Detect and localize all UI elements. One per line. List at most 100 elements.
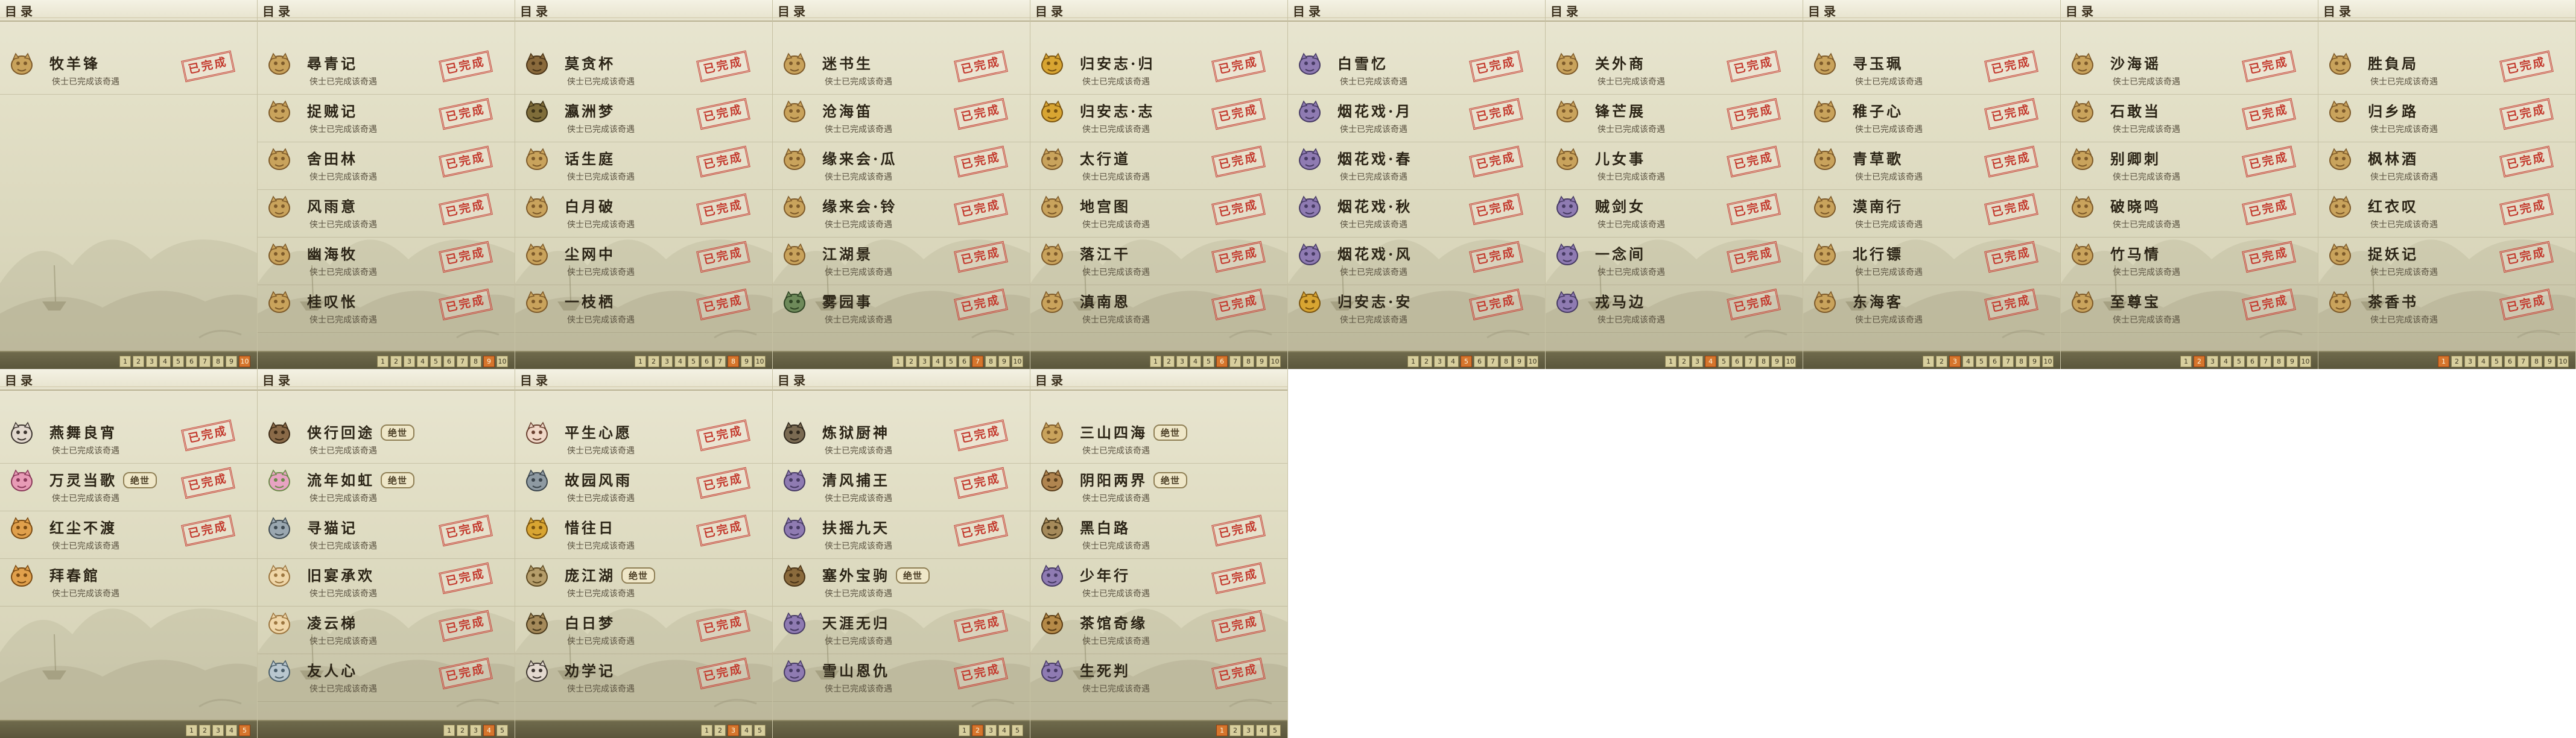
page-button[interactable]: 10	[1012, 356, 1023, 367]
adventure-entry[interactable]: 稚子心 侠士已完成该奇遇 已完成	[1803, 95, 2060, 142]
adventure-entry[interactable]: 地宫图 侠士已完成该奇遇 已完成	[1030, 190, 1287, 238]
adventure-entry[interactable]: 炼狱厨神 侠士已完成该奇遇 已完成	[773, 416, 1030, 464]
page-button[interactable]: 6	[2247, 356, 2258, 367]
page-button[interactable]: 9	[2544, 356, 2555, 367]
adventure-entry[interactable]: 捉妖记 侠士已完成该奇遇 已完成	[2318, 238, 2575, 285]
page-button-active[interactable]: 8	[728, 356, 739, 367]
adventure-entry[interactable]: 牧羊锋 侠士已完成该奇遇 已完成	[0, 47, 257, 95]
page-button[interactable]: 4	[159, 356, 171, 367]
page-button[interactable]: 3	[212, 725, 224, 736]
adventure-entry[interactable]: 迷书生 侠士已完成该奇遇 已完成	[773, 47, 1030, 95]
adventure-entry[interactable]: 庞江湖 绝世 侠士已完成该奇遇	[515, 559, 772, 607]
page-button[interactable]: 1	[1150, 356, 1161, 367]
page-button[interactable]: 1	[377, 356, 389, 367]
page-button[interactable]: 6	[2504, 356, 2516, 367]
page-button[interactable]: 8	[1758, 356, 1769, 367]
adventure-entry[interactable]: 塞外宝驹 绝世 侠士已完成该奇遇	[773, 559, 1030, 607]
page-button-active[interactable]: 6	[1216, 356, 1228, 367]
adventure-entry[interactable]: 燕舞良宵 侠士已完成该奇遇 已完成	[0, 416, 257, 464]
page-button[interactable]: 2	[1421, 356, 1432, 367]
page-button-active[interactable]: 7	[972, 356, 983, 367]
page-button[interactable]: 7	[2260, 356, 2271, 367]
page-button[interactable]: 9	[1256, 356, 1267, 367]
adventure-entry[interactable]: 阴阳两界 绝世 侠士已完成该奇遇	[1030, 464, 1287, 511]
page-button[interactable]: 5	[173, 356, 184, 367]
page-button[interactable]: 4	[674, 356, 686, 367]
adventure-entry[interactable]: 侠行回途 绝世 侠士已完成该奇遇	[258, 416, 515, 464]
page-button[interactable]: 7	[457, 356, 468, 367]
page-button[interactable]: 7	[1229, 356, 1241, 367]
adventure-entry[interactable]: 一枝栖 侠士已完成该奇遇 已完成	[515, 285, 772, 333]
page-button[interactable]: 3	[404, 356, 415, 367]
page-button[interactable]: 3	[1434, 356, 1445, 367]
page-button[interactable]: 7	[714, 356, 726, 367]
adventure-entry[interactable]: 至尊宝 侠士已完成该奇遇 已完成	[2061, 285, 2318, 333]
page-button-active[interactable]: 3	[728, 725, 739, 736]
adventure-entry[interactable]: 胜負局 侠士已完成该奇遇 已完成	[2318, 47, 2575, 95]
adventure-entry[interactable]: 枫林酒 侠士已完成该奇遇 已完成	[2318, 142, 2575, 190]
page-button[interactable]: 1	[1407, 356, 1419, 367]
adventure-entry[interactable]: 戎马边 侠士已完成该奇遇 已完成	[1546, 285, 1803, 333]
adventure-entry[interactable]: 舍田林 侠士已完成该奇遇 已完成	[258, 142, 515, 190]
page-button[interactable]: 4	[417, 356, 428, 367]
page-button[interactable]: 1	[892, 356, 904, 367]
page-button[interactable]: 4	[1447, 356, 1459, 367]
page-button[interactable]: 6	[959, 356, 970, 367]
adventure-entry[interactable]: 流年如虹 绝世 侠士已完成该奇遇	[258, 464, 515, 511]
page-button[interactable]: 10	[1269, 356, 1281, 367]
adventure-entry[interactable]: 桂叹怅 侠士已完成该奇遇 已完成	[258, 285, 515, 333]
page-button[interactable]: 5	[496, 725, 508, 736]
page-button[interactable]: 2	[1678, 356, 1690, 367]
page-button[interactable]: 2	[133, 356, 144, 367]
page-button[interactable]: 8	[2016, 356, 2027, 367]
page-button[interactable]: 1	[186, 725, 197, 736]
page-button[interactable]: 9	[2029, 356, 2040, 367]
adventure-entry[interactable]: 归安志·归 侠士已完成该奇遇 已完成	[1030, 47, 1287, 95]
page-button-active[interactable]: 10	[239, 356, 250, 367]
adventure-entry[interactable]: 一念间 侠士已完成该奇遇 已完成	[1546, 238, 1803, 285]
page-button[interactable]: 5	[1718, 356, 1730, 367]
adventure-entry[interactable]: 白月破 侠士已完成该奇遇 已完成	[515, 190, 772, 238]
adventure-entry[interactable]: 拜春館 侠士已完成该奇遇	[0, 559, 257, 607]
page-button[interactable]: 2	[390, 356, 402, 367]
adventure-entry[interactable]: 惜往日 侠士已完成该奇遇 已完成	[515, 511, 772, 559]
page-button[interactable]: 6	[1731, 356, 1743, 367]
adventure-entry[interactable]: 寻玉珮 侠士已完成该奇遇 已完成	[1803, 47, 2060, 95]
page-button[interactable]: 4	[1190, 356, 1201, 367]
adventure-entry[interactable]: 故园风雨 侠士已完成该奇遇 已完成	[515, 464, 772, 511]
page-button-active[interactable]: 1	[1216, 725, 1228, 736]
page-button[interactable]: 1	[443, 725, 455, 736]
page-button[interactable]: 10	[496, 356, 508, 367]
adventure-entry[interactable]: 归安志·安 侠士已完成该奇遇 已完成	[1288, 285, 1545, 333]
adventure-entry[interactable]: 生死判 侠士已完成该奇遇 已完成	[1030, 654, 1287, 702]
adventure-entry[interactable]: 莫贪杯 侠士已完成该奇遇 已完成	[515, 47, 772, 95]
adventure-entry[interactable]: 清风捕王 侠士已完成该奇遇 已完成	[773, 464, 1030, 511]
page-button[interactable]: 6	[701, 356, 712, 367]
adventure-entry[interactable]: 锋芒展 侠士已完成该奇遇 已完成	[1546, 95, 1803, 142]
adventure-entry[interactable]: 黑白路 侠士已完成该奇遇 已完成	[1030, 511, 1287, 559]
page-button[interactable]: 6	[1989, 356, 2000, 367]
adventure-entry[interactable]: 话生庭 侠士已完成该奇遇 已完成	[515, 142, 772, 190]
adventure-entry[interactable]: 幽海牧 侠士已完成该奇遇 已完成	[258, 238, 515, 285]
page-button[interactable]: 3	[919, 356, 930, 367]
page-button[interactable]: 6	[1474, 356, 1485, 367]
page-button-active[interactable]: 2	[972, 725, 983, 736]
page-button[interactable]: 2	[1936, 356, 1947, 367]
adventure-entry[interactable]: 漠南行 侠士已完成该奇遇 已完成	[1803, 190, 2060, 238]
adventure-entry[interactable]: 别卿刺 侠士已完成该奇遇 已完成	[2061, 142, 2318, 190]
page-button[interactable]: 9	[741, 356, 752, 367]
page-button[interactable]: 5	[1269, 725, 1281, 736]
page-button[interactable]: 2	[457, 725, 468, 736]
page-button[interactable]: 2	[648, 356, 659, 367]
page-button[interactable]: 4	[998, 725, 1010, 736]
page-button[interactable]: 7	[199, 356, 211, 367]
page-button[interactable]: 3	[146, 356, 157, 367]
page-button[interactable]: 5	[2233, 356, 2245, 367]
adventure-entry[interactable]: 青草歌 侠士已完成该奇遇 已完成	[1803, 142, 2060, 190]
page-button-active[interactable]: 9	[483, 356, 495, 367]
adventure-entry[interactable]: 贼剑女 侠士已完成该奇遇 已完成	[1546, 190, 1803, 238]
adventure-entry[interactable]: 东海客 侠士已完成该奇遇 已完成	[1803, 285, 2060, 333]
page-button[interactable]: 5	[1012, 725, 1023, 736]
page-button[interactable]: 10	[2042, 356, 2054, 367]
adventure-entry[interactable]: 归安志·志 侠士已完成该奇遇 已完成	[1030, 95, 1287, 142]
